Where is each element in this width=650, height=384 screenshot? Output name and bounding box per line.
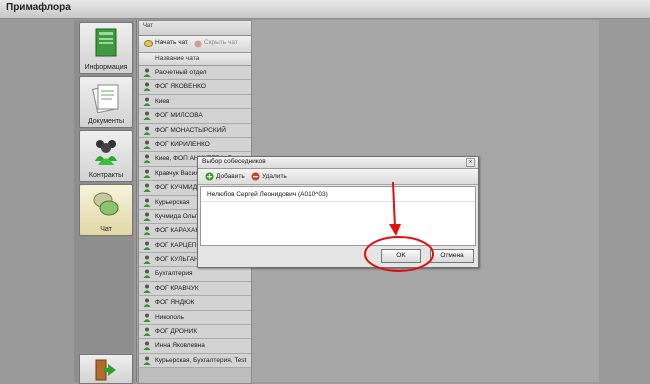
user-icon [143,226,151,236]
chat-row-label: ФОГ КУЛЬГАН [155,256,199,264]
chat-row-label: Курьерская [155,198,190,206]
dialog-close-button[interactable]: × [466,158,475,167]
nav-documents-label: Документы [87,118,125,125]
chat-row-label: Кучмида Ольга [155,212,201,220]
start-chat-button[interactable]: Начать чат [155,39,188,46]
select-participants-dialog: Выбор собеседников × Добавить Удалить Не… [197,156,479,268]
chat-row-label: ФОГ КИРИЛЕНКО [155,140,210,148]
user-icon [143,169,151,178]
chat-row[interactable]: Инна Яковлевна [139,339,251,354]
chat-row[interactable]: Бухгалтерия [139,267,251,282]
hide-chat-icon [194,40,202,48]
chat-row-label: ФОГ КАРЦЕПК [155,241,201,249]
add-icon [205,172,214,181]
ok-button[interactable]: OK [381,249,421,263]
chat-row[interactable]: ФОГ МОНАСТЫРСКИЙ [139,123,251,138]
chat-row[interactable]: ФОГ ДРОНИК [139,325,251,340]
user-icon [143,313,151,322]
chat-row-label: ФОГ МОНАСТЫРСКИЙ [155,126,226,134]
chat-row-label: Курьерская, Бухгалтерия, Test [155,356,247,364]
nav-chat-label: Чат [100,226,112,233]
documents-icon [92,84,119,113]
chat-row-label: ФОГ ЯКОВЕНКО [155,83,206,91]
book-icon [95,28,117,57]
chat-row[interactable]: Никополь [139,310,251,326]
dialog-toolbar: Добавить Удалить [198,169,478,185]
chat-row-label: Расчетный отдел [155,69,207,76]
chat-row-label: Бухгалтерия [155,270,193,278]
user-icon [143,356,151,365]
remove-icon [251,172,260,181]
chat-row[interactable]: Расчетный отдел [139,66,251,81]
chat-toolbar: Начать чат Скрыть чат [139,36,251,53]
chat-row[interactable]: ФОГ КИРИЛЕНКО [139,137,251,153]
nav-info-label: Информация [84,64,128,71]
chat-row[interactable]: Курьерская, Бухгалтерия, Test [139,353,251,369]
participants-list: Нелюбов Сергей Леонидович (А010^03) [200,186,476,246]
start-chat-icon [144,40,153,47]
add-button[interactable]: Добавить [216,173,245,180]
chat-row-label: ФОГ ЯНДЮК [155,299,195,307]
chat-row[interactable]: ФОГ МИЛСОВА [139,109,251,124]
user-icon [143,241,151,250]
chat-row-label: ФОГ ДРОНИК [155,328,198,336]
nav-documents[interactable]: Документы [79,76,133,128]
dialog-title: Выбор собеседников [202,158,266,165]
hide-chat-button[interactable]: Скрыть чат [204,39,238,46]
user-icon [143,341,151,351]
nav-contacts-label: Контракты [88,172,124,179]
user-icon [143,255,151,265]
nav-info[interactable]: Информация [79,22,133,74]
chat-row[interactable]: ФОГ ЯКОВЕНКО [139,80,251,95]
nav-exit[interactable] [79,354,133,384]
chat-icon [93,192,119,216]
user-icon [143,154,151,164]
user-icon [143,82,151,92]
chat-row-label: ФОГ МИЛСОВА [155,112,203,120]
user-icon [143,68,151,77]
user-icon [143,126,151,135]
title-bar: Примафлора [0,0,650,19]
exit-door-icon [95,359,116,381]
chat-row-label: Киев [155,97,170,105]
user-icon [143,298,151,308]
participant-row[interactable]: Нелюбов Сергей Леонидович (А010^03) [201,189,475,202]
user-icon [143,284,151,293]
chat-row[interactable]: ФОГ КРАВЧУК [139,281,251,297]
chat-row-label: Инна Яковлевна [155,342,205,350]
chat-column-label: Название чата [155,55,200,62]
chat-row-label: Кравчук Васил [155,169,200,177]
chat-row-label: ФОГ КРАВЧУК [155,284,199,292]
chat-panel-title: Чат [143,23,153,29]
chat-column-header[interactable]: Название чата [139,53,251,66]
cancel-button[interactable]: Отмена [430,249,474,263]
user-icon [143,111,151,121]
remove-button[interactable]: Удалить [262,173,287,180]
user-icon [143,212,151,221]
chat-row-label: Никополь [155,313,185,321]
user-icon [143,327,151,337]
chat-panel-header: Чат [138,20,252,36]
participant-name: Нелюбов Сергей Леонидович (А010^03) [207,191,328,198]
dialog-titlebar[interactable]: Выбор собеседников × [198,157,478,169]
chat-row[interactable]: Киев [139,94,251,110]
contacts-icon [95,140,117,165]
chat-row-label: ФОГ КАРАХАН [155,227,201,235]
nav-contacts[interactable]: Контракты [79,130,133,182]
chat-row-label: ФОГ КУЧМИДА [155,184,202,192]
user-icon [143,183,151,193]
user-icon [143,140,151,149]
user-icon [143,269,151,279]
app-title: Примафлора [6,2,71,13]
chat-row[interactable]: ФОГ ЯНДЮК [139,296,251,311]
user-icon [143,198,151,207]
left-nav: Информация Документы Контракты Чат [74,20,134,384]
user-icon [143,97,151,106]
nav-chat[interactable]: Чат [79,184,133,236]
